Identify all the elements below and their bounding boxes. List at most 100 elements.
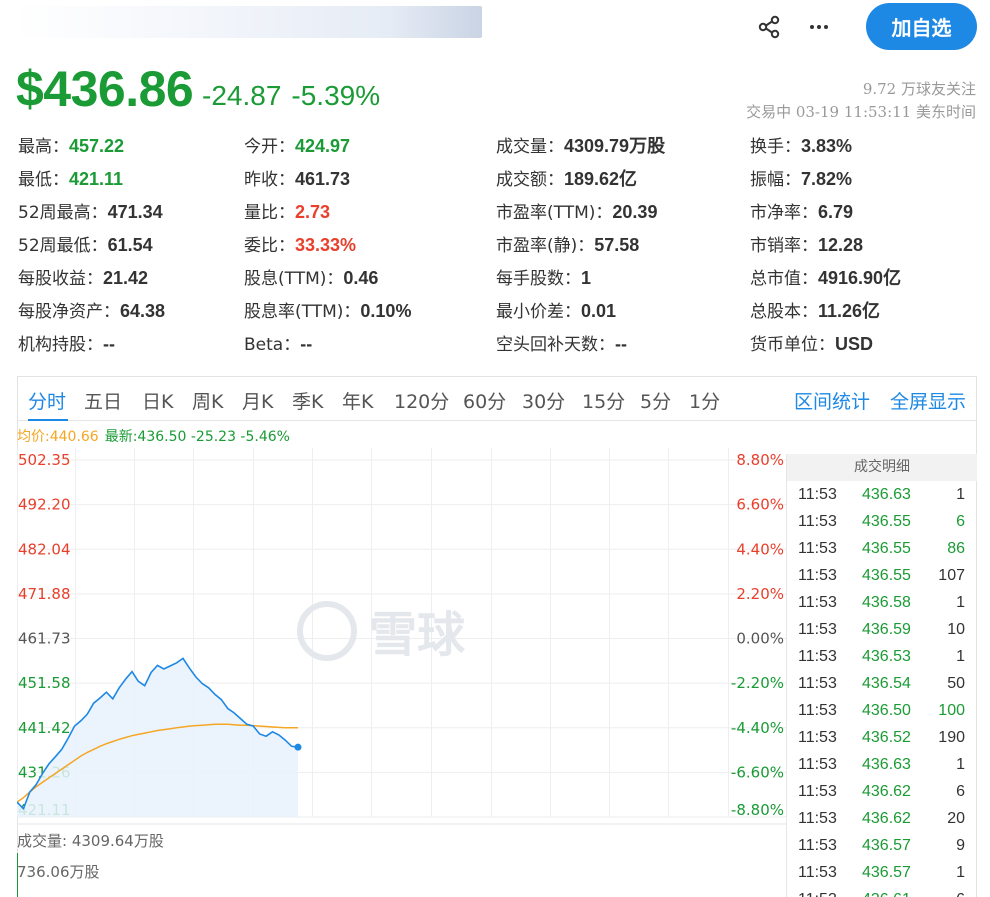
trade-row: 11:53 436.62 20 xyxy=(787,805,977,832)
tab-4[interactable]: 月K xyxy=(242,387,273,414)
quote-cell: 今开：424.97 xyxy=(244,132,350,161)
trade-details-title: 成交明细 xyxy=(787,454,977,481)
quote-row: 每股净资产：64.38 股息率(TTM)：0.10% 最小价差：0.01 总股本：11… xyxy=(18,297,978,330)
y-tick-right: 2.20% xyxy=(736,585,784,603)
y-tick-left: 492.20 xyxy=(18,496,71,514)
tab-2[interactable]: 日K xyxy=(142,387,173,414)
tab-11[interactable]: 5分 xyxy=(640,387,671,414)
trade-price: 436.57 xyxy=(862,837,911,854)
quote-value: 3.83% xyxy=(801,136,853,156)
fullscreen-link[interactable]: 全屏显示 xyxy=(890,387,966,414)
quote-label: 每手股数： xyxy=(496,269,581,289)
quote-cell: 总股本：11.26亿 xyxy=(750,297,880,326)
change-percent: -5.39% xyxy=(291,80,381,111)
quote-label: 股息(TTM)： xyxy=(244,269,344,289)
tab-1[interactable]: 五日 xyxy=(84,387,122,414)
quote-cell: 市净率：6.79 xyxy=(750,198,853,227)
tab-0[interactable]: 分时 xyxy=(28,387,66,414)
quote-cell: 市盈率(静)：57.58 xyxy=(496,231,639,260)
trade-row: 11:53 436.55 107 xyxy=(787,562,977,589)
quote-label: 振幅： xyxy=(750,170,801,190)
trade-price: 436.58 xyxy=(862,594,911,611)
current-price-dot xyxy=(294,743,302,751)
avg-price-label: 均价:440.66 xyxy=(17,429,99,445)
trade-row: 11:53 436.53 1 xyxy=(787,643,977,670)
quote-label: 最小价差： xyxy=(496,302,581,322)
stock-name-banner xyxy=(14,6,482,38)
trade-time: 11:53 xyxy=(798,837,837,854)
quote-value: 0.10% xyxy=(360,301,412,321)
trade-row: 11:53 436.62 6 xyxy=(787,778,977,805)
add-to-watchlist-button[interactable]: 加自选 xyxy=(866,3,977,50)
quote-value: 64.38 xyxy=(120,301,166,321)
quote-cell: 委比：33.33% xyxy=(244,231,356,260)
quote-cell: 机构持股：-- xyxy=(18,330,115,359)
quote-cell: 货币单位：USD xyxy=(750,330,873,359)
quote-label: 市销率： xyxy=(750,236,818,256)
price-change: -24.87 -5.39% xyxy=(202,80,380,112)
trade-price: 436.55 xyxy=(862,540,911,557)
quote-cell: 市销率：12.28 xyxy=(750,231,863,260)
quote-label: 今开： xyxy=(244,137,295,157)
trade-price: 436.53 xyxy=(862,648,911,665)
quote-stats: 最高：457.22 今开：424.97 成交量：4309.79万股 换手：3.83% 最… xyxy=(18,132,978,363)
volume-max-label: 736.06万股 xyxy=(17,863,100,881)
trade-price: 436.57 xyxy=(862,864,911,881)
tab-3[interactable]: 周K xyxy=(192,387,223,414)
tab-8[interactable]: 60分 xyxy=(463,387,506,414)
quote-cell: 成交额：189.62亿 xyxy=(496,165,637,194)
quote-value: 11.26亿 xyxy=(818,301,881,321)
quote-label: Beta： xyxy=(244,335,301,355)
quote-cell: 最小价差：0.01 xyxy=(496,297,616,326)
y-tick-right: -6.60% xyxy=(731,763,784,781)
tab-7[interactable]: 120分 xyxy=(394,387,449,414)
y-tick-left: 461.73 xyxy=(18,630,71,648)
quote-label: 空头回补天数： xyxy=(496,335,615,355)
quote-cell: 每股收益：21.42 xyxy=(18,264,148,293)
tab-9[interactable]: 30分 xyxy=(522,387,565,414)
y-tick-right: -2.20% xyxy=(731,674,784,692)
quote-label: 52周最高： xyxy=(18,203,108,223)
latest-price-label: 最新:436.50 -25.23 -5.46% xyxy=(104,429,290,445)
share-icon[interactable] xyxy=(754,12,784,42)
trade-time: 11:53 xyxy=(798,886,837,897)
trade-row: 11:53 436.58 1 xyxy=(787,589,977,616)
quote-label: 委比： xyxy=(244,236,295,256)
trade-qty: 10 xyxy=(947,621,965,638)
trade-time: 11:53 xyxy=(798,594,837,611)
tab-12[interactable]: 1分 xyxy=(689,387,720,414)
quote-cell: 成交量：4309.79万股 xyxy=(496,132,665,161)
trade-time: 11:53 xyxy=(798,810,837,827)
quote-label: 总股本： xyxy=(750,302,818,322)
quote-cell: 股息率(TTM)：0.10% xyxy=(244,297,411,326)
quote-label: 最高： xyxy=(18,137,69,157)
y-tick-left: 482.04 xyxy=(18,540,71,558)
watermark-icon xyxy=(297,601,357,661)
trade-price: 436.54 xyxy=(862,675,911,692)
quote-label: 52周最低： xyxy=(18,236,108,256)
quote-label: 昨收： xyxy=(244,170,295,190)
quote-value: 421.11 xyxy=(69,169,124,189)
y-tick-right: -4.40% xyxy=(731,719,784,737)
y-tick-left: 471.88 xyxy=(18,585,71,603)
quote-row: 52周最高：471.34 量比：2.73 市盈率(TTM)：20.39 市净率：6.7… xyxy=(18,198,978,231)
trade-qty: 20 xyxy=(947,810,965,827)
trade-time: 11:53 xyxy=(798,675,837,692)
more-icon[interactable] xyxy=(804,12,834,42)
range-stats-link[interactable]: 区间统计 xyxy=(794,387,870,414)
quote-label: 每股收益： xyxy=(18,269,103,289)
quote-row: 最低：421.11 昨收：461.73 成交额：189.62亿 振幅：7.82% xyxy=(18,165,978,198)
volume-label: 成交量: 4309.64万股 xyxy=(17,832,164,850)
tab-5[interactable]: 季K xyxy=(292,387,323,414)
quote-value: 471.34 xyxy=(107,202,163,222)
chart-legend: 均价:440.66 最新:436.50 -25.23 -5.46% xyxy=(17,426,290,446)
quote-value: 33.33% xyxy=(295,235,357,255)
tab-6[interactable]: 年K xyxy=(342,387,373,414)
quote-cell: 振幅：7.82% xyxy=(750,165,852,194)
quote-value: -- xyxy=(300,334,313,354)
tab-10[interactable]: 15分 xyxy=(582,387,625,414)
quote-label: 成交额： xyxy=(496,170,564,190)
y-tick-right: 6.60% xyxy=(736,496,784,514)
trade-qty: 86 xyxy=(947,540,965,557)
quote-label: 总市值： xyxy=(750,269,818,289)
